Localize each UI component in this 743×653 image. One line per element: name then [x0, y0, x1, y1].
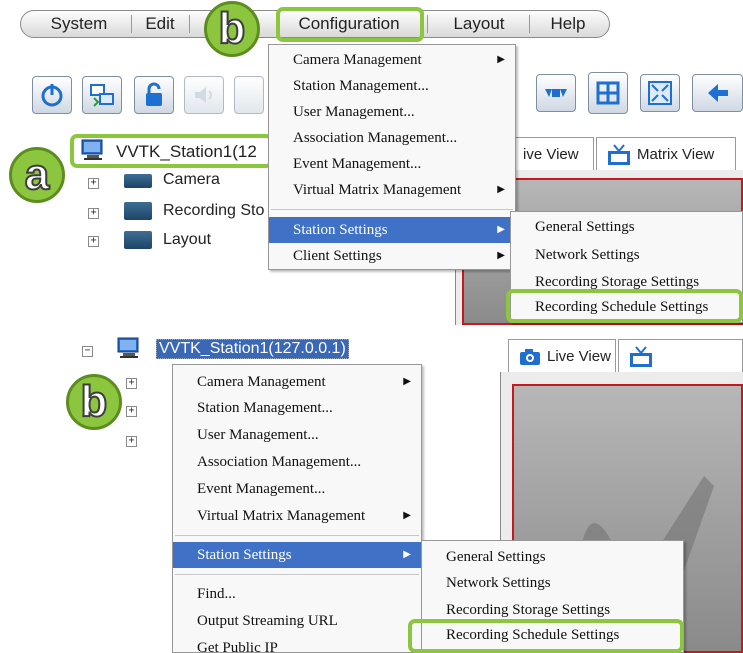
station-computer-icon [116, 337, 142, 359]
menu-item-camera-management[interactable]: Camera Management ▶ [173, 369, 421, 395]
submenu-arrow-icon: ▶ [497, 54, 505, 65]
ptz-button[interactable] [536, 74, 576, 112]
lock-button[interactable] [134, 76, 174, 114]
tab-matrix-view-partial[interactable] [618, 339, 743, 373]
menu-separator [175, 574, 419, 575]
power-icon [41, 84, 63, 107]
badge-b-bottom: b [66, 374, 122, 430]
expand-toggle[interactable]: + [88, 236, 99, 247]
configuration-dropdown: Camera Management ▶ Station Management...… [268, 44, 516, 270]
menu-item-virtual-matrix-management[interactable]: Virtual Matrix Management ▶ [269, 177, 515, 203]
menu-item-output-streaming-url[interactable]: Output Streaming URL [173, 608, 421, 634]
menu-item-network-settings[interactable]: Network Settings [511, 242, 742, 268]
expand-toggle[interactable]: + [88, 208, 99, 219]
menu-item-event-management[interactable]: Event Management... [269, 151, 515, 177]
tab-label: Live View [547, 348, 611, 365]
menu-item-network-settings[interactable]: Network Settings [422, 570, 683, 596]
connect-station-button[interactable] [82, 76, 122, 114]
menu-edit[interactable]: Edit [135, 11, 185, 37]
menu-item-virtual-matrix-management[interactable]: Virtual Matrix Management ▶ [173, 503, 421, 529]
recording-schedule-highlight [408, 619, 684, 653]
menu-layout[interactable]: Layout [433, 11, 525, 37]
menu-separator [189, 15, 190, 33]
fullscreen-icon [648, 81, 672, 105]
menu-item-camera-management[interactable]: Camera Management ▶ [269, 47, 515, 73]
menu-separator [427, 15, 428, 33]
grid-icon [596, 81, 620, 105]
menu-item-user-management[interactable]: User Management... [173, 422, 421, 448]
submenu-arrow-icon: ▶ [497, 224, 505, 235]
station-highlight [70, 134, 273, 168]
expand-toggle[interactable]: + [88, 178, 99, 189]
network-icon [90, 84, 114, 107]
submenu-arrow-icon: ▶ [403, 510, 411, 521]
menu-item-association-management[interactable]: Association Management... [269, 125, 515, 151]
menu-item-get-public-ip[interactable]: Get Public IP [173, 635, 421, 653]
submenu-arrow-icon: ▶ [403, 376, 411, 387]
layout-grid-button[interactable] [588, 72, 628, 114]
submenu-arrow-icon: ▶ [403, 549, 411, 560]
expand-toggle[interactable]: + [126, 406, 137, 417]
tab-label: Matrix View [637, 146, 715, 163]
menu-separator [271, 209, 513, 210]
tv-icon [608, 143, 630, 165]
menu-item-client-settings[interactable]: Client Settings ▶ [269, 243, 515, 269]
menu-item-association-management[interactable]: Association Management... [173, 449, 421, 475]
submenu-arrow-icon: ▶ [497, 250, 505, 261]
menu-item-station-settings[interactable]: Station Settings ▶ [173, 542, 421, 568]
menu-help[interactable]: Help [533, 11, 603, 37]
tab-matrix-view[interactable]: Matrix View [596, 137, 736, 171]
station-node-selected[interactable]: VVTK_Station1(127.0.0.1) [156, 339, 349, 359]
audio-button[interactable] [184, 76, 224, 114]
menu-item-find[interactable]: Find... [173, 581, 421, 607]
back-button[interactable] [692, 74, 743, 112]
badge-a: a [9, 147, 65, 203]
tab-label: ive View [523, 146, 579, 163]
expand-toggle[interactable]: + [126, 378, 137, 389]
menu-separator [131, 15, 132, 33]
camera-icon [520, 348, 540, 365]
tree-item-camera[interactable]: Camera [163, 171, 220, 189]
fullscreen-button[interactable] [640, 74, 680, 112]
tab-live-view[interactable]: Live View [508, 339, 616, 373]
menu-system[interactable]: System [31, 11, 127, 37]
configuration-highlight [276, 7, 424, 42]
tab-live-view[interactable]: ive View [512, 137, 594, 171]
tv-icon [630, 345, 652, 367]
station-context-menu: Camera Management ▶ Station Management...… [172, 364, 422, 653]
collapse-toggle[interactable]: − [82, 346, 93, 357]
menu-item-station-management[interactable]: Station Management... [173, 395, 421, 421]
tree-item-layout[interactable]: Layout [163, 231, 211, 249]
menu-item-station-management[interactable]: Station Management... [269, 73, 515, 99]
recording-schedule-highlight [506, 289, 743, 323]
expand-toggle[interactable]: + [126, 436, 137, 447]
menu-item-general-settings[interactable]: General Settings [511, 214, 742, 240]
menu-item-station-settings[interactable]: Station Settings ▶ [269, 217, 515, 243]
menu-item-user-management[interactable]: User Management... [269, 99, 515, 125]
folder-icon [124, 202, 152, 220]
badge-b-top: b [204, 1, 260, 57]
menu-separator [175, 535, 419, 536]
menu-item-general-settings[interactable]: General Settings [422, 544, 683, 570]
menu-item-event-management[interactable]: Event Management... [173, 476, 421, 502]
arrow-left-icon [707, 84, 728, 102]
submenu-arrow-icon: ▶ [497, 184, 505, 195]
folder-icon [124, 231, 152, 249]
toolbar-button-partial[interactable] [234, 76, 264, 114]
ptz-icon [545, 89, 567, 97]
menu-separator [529, 15, 530, 33]
folder-icon [124, 174, 152, 188]
speaker-icon [195, 87, 212, 103]
tree-item-recording-storage[interactable]: Recording Sto [163, 202, 264, 220]
power-button[interactable] [32, 76, 72, 114]
lock-icon [146, 82, 162, 106]
